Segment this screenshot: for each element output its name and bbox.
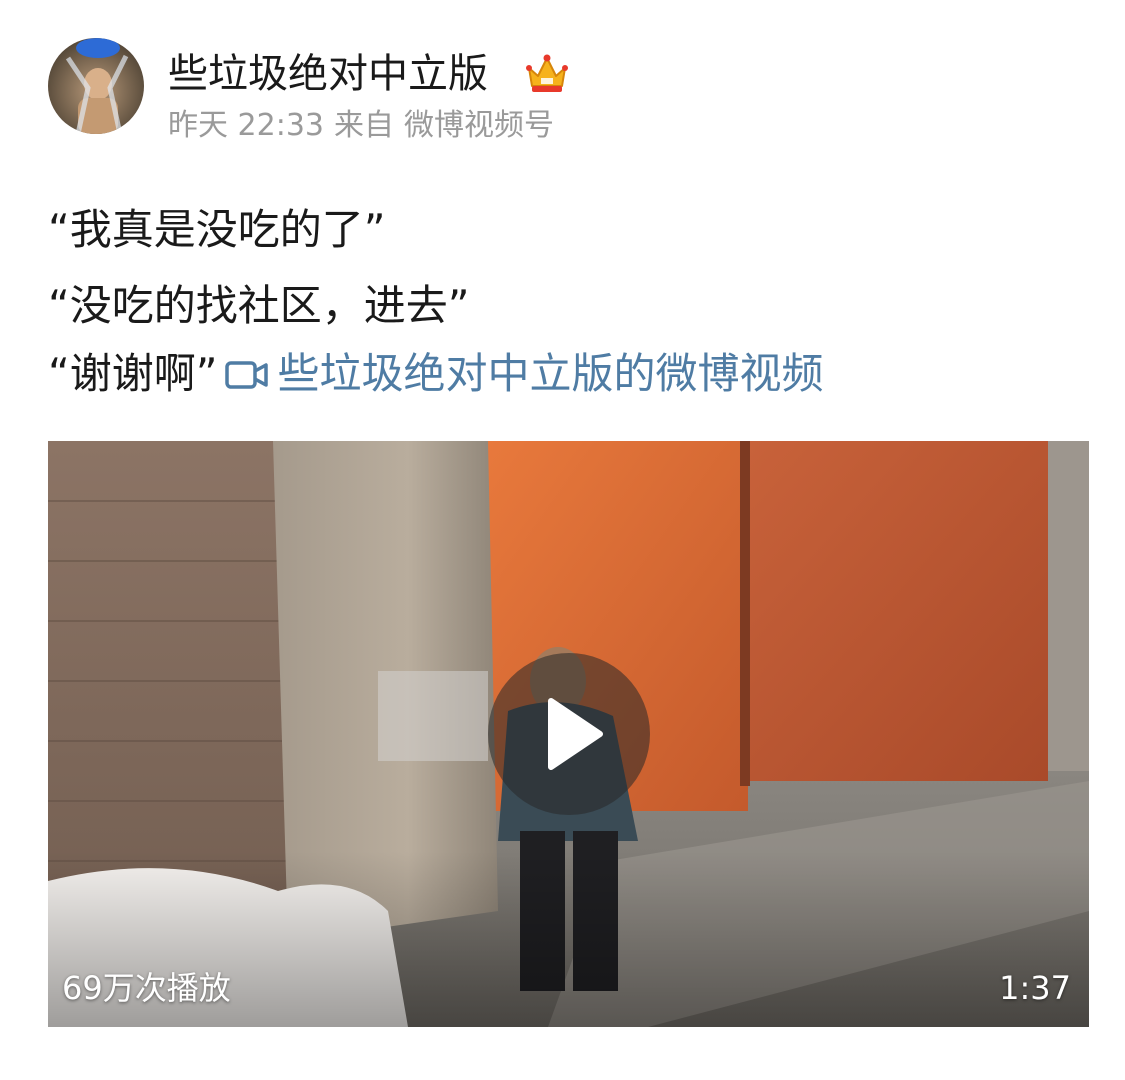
video-link-label: 些垃圾绝对中立版的微博视频 [277, 349, 824, 398]
post-text-line: “我真是没吃的了” [48, 205, 386, 254]
video-link[interactable]: 些垃圾绝对中立版的微博视频 [218, 349, 824, 398]
post-meta: 昨天 22:33 来自 微博视频号 [168, 106, 554, 146]
post-text-line: “没吃的找社区，进去” [48, 281, 470, 330]
play-button[interactable] [488, 653, 650, 815]
username[interactable]: 些垃圾绝对中立版 [168, 48, 488, 100]
video-duration: 1:37 [999, 969, 1071, 1007]
play-count: 69万次播放 [62, 969, 231, 1007]
user-avatar[interactable] [48, 38, 144, 134]
play-icon [548, 698, 603, 770]
post-time: 昨天 22:33 [168, 108, 324, 143]
video-camera-icon [224, 350, 270, 406]
video-player[interactable]: 69万次播放 1:37 [48, 441, 1089, 1027]
crown-icon [524, 52, 570, 96]
source-prefix: 来自 [334, 108, 394, 143]
post-source[interactable]: 微博视频号 [404, 108, 554, 143]
post-text-line-3: “谢谢啊” [48, 349, 218, 398]
weibo-post: 些垃圾绝对中立版 昨天 22:33 来自 微博视频号 “我真是没吃的了” “没吃的找… [0, 0, 1125, 1080]
post-text-line: “谢谢啊” 些垃圾绝对中立版的微博视频 [48, 346, 824, 406]
